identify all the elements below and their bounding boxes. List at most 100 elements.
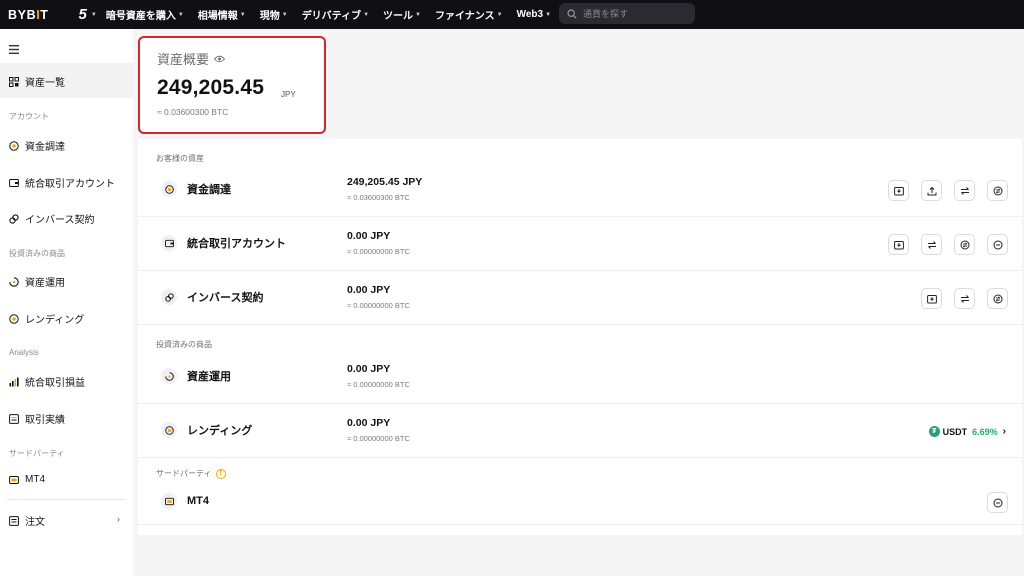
- chevron-down-icon: ▼: [415, 11, 421, 18]
- convert-button[interactable]: [987, 288, 1008, 309]
- overview-title-text: 資産概要: [157, 52, 210, 67]
- search-input[interactable]: [583, 8, 683, 19]
- section-third-party-text: サードパーティ: [156, 469, 212, 478]
- asset-value: 249,205.45 JPY: [347, 176, 423, 188]
- nav-item-web3[interactable]: Web3 ▼: [517, 9, 551, 20]
- asset-row-funding[interactable]: 資金調達 249,205.45 JPY ≈ 0.03600300 BTC: [138, 163, 1022, 217]
- asset-name: 資金調達: [161, 181, 231, 197]
- asset-name-text: 資金調達: [187, 184, 231, 196]
- asset-overview-card: 資産概要 249,205.45 JPY ≈ 0.03600300 BTC: [138, 36, 326, 134]
- nav-menu: 暗号資産を購入 ▼ 相場情報 ▼ 現物 ▼ デリバティブ ▼ ツール ▼ ファイナンス ▼ …: [106, 7, 565, 22]
- transfer-button[interactable]: [921, 234, 942, 255]
- nav-item-tools[interactable]: ツール ▼: [383, 7, 421, 22]
- sidebar-item-orders[interactable]: 注文: [9, 513, 45, 528]
- lending-rate: 6.69%: [972, 426, 998, 437]
- coin-icon: [9, 140, 19, 151]
- sidebar-item-unified-pnl[interactable]: 統合取引損益: [9, 374, 85, 389]
- earn-icon: [161, 368, 177, 384]
- sidebar-item-label: インバース契約: [25, 215, 95, 226]
- nav-item-finance[interactable]: ファイナンス ▼: [435, 7, 503, 22]
- sidebar-item-earn[interactable]: 資産運用: [9, 274, 65, 289]
- sidebar-item-label: MT4: [25, 474, 45, 485]
- asset-btc: ≈ 0.00000000 BTC: [347, 301, 410, 310]
- eye-icon[interactable]: [214, 55, 226, 63]
- asset-name: MT4: [161, 493, 209, 509]
- deposit-icon: [926, 294, 937, 303]
- asset-name-text: 資産運用: [187, 371, 231, 383]
- asset-row-mt4[interactable]: MT4: [138, 479, 1022, 525]
- nav-item-label: ファイナンス: [435, 11, 495, 22]
- bybit-logo[interactable]: BYBIT: [8, 8, 49, 22]
- menu-collapse-icon[interactable]: [9, 45, 19, 54]
- balance-unit: JPY: [281, 90, 296, 99]
- sidebar-item-label: 資産一覧: [25, 78, 65, 89]
- nav-item-label: デリバティブ: [301, 11, 362, 22]
- sidebar-item-funding[interactable]: 資金調達: [9, 138, 65, 153]
- chevron-down-icon: ▼: [239, 11, 246, 18]
- lending-rate-link[interactable]: ₮ USDT 6.69% ›: [928, 426, 1006, 437]
- nav-item-label: 現物: [259, 11, 280, 22]
- earn-icon: [9, 276, 19, 287]
- asset-row-lending[interactable]: レンディング 0.00 JPY ≈ 0.00000000 BTC ₮ USDT …: [138, 404, 1022, 458]
- sidebar-item-label: 資産運用: [25, 278, 65, 289]
- chevron-down-icon: ▼: [545, 11, 552, 18]
- search-box[interactable]: [559, 3, 695, 24]
- asset-row-inverse[interactable]: インバース契約 0.00 JPY ≈ 0.00000000 BTC: [138, 271, 1022, 325]
- info-warning-icon[interactable]: !: [215, 468, 226, 479]
- coin-icon: [161, 422, 177, 438]
- chevron-right-icon: ›: [1002, 426, 1006, 437]
- asset-row-earn[interactable]: 資産運用 0.00 JPY ≈ 0.00000000 BTC: [138, 350, 1022, 404]
- transfer-button[interactable]: [954, 288, 975, 309]
- asset-name: 資産運用: [161, 368, 231, 384]
- nav-item-label: 暗号資産を購入: [105, 11, 176, 22]
- nav-item-markets[interactable]: 相場情報 ▼: [198, 7, 246, 22]
- document-icon: [9, 413, 19, 424]
- deposit-button[interactable]: [921, 288, 942, 309]
- deposit-button[interactable]: [888, 180, 909, 201]
- minus-circle-icon: [993, 498, 1002, 507]
- wallet-icon: [161, 235, 177, 251]
- transfer-button[interactable]: [954, 180, 975, 201]
- balance-btc: ≈ 0.03600300 BTC: [157, 107, 229, 117]
- asset-value: 0.00 JPY: [347, 417, 391, 429]
- nav-item-buy-crypto[interactable]: 暗号資産を購入 ▼: [106, 7, 184, 22]
- mt4-icon: [9, 475, 19, 485]
- apps-grid-button[interactable]: 5 ▼: [79, 6, 97, 23]
- sidebar-divider: [7, 499, 125, 500]
- more-button[interactable]: [987, 492, 1008, 513]
- sidebar-item-unified-trading[interactable]: 統合取引アカウント: [9, 175, 115, 190]
- sidebar-item-asset-list-label[interactable]: 資産一覧: [9, 74, 65, 89]
- sidebar-item-inverse[interactable]: インバース契約: [9, 211, 95, 226]
- asset-btc: ≈ 0.00000000 BTC: [347, 380, 410, 389]
- minus-circle-icon: [993, 240, 1002, 249]
- nav-item-label: ツール: [383, 11, 414, 22]
- sidebar-item-lending[interactable]: レンディング: [9, 311, 84, 326]
- asset-name: インバース契約: [161, 289, 263, 305]
- chevron-right-icon[interactable]: ›: [117, 514, 120, 524]
- coin-icon: [161, 181, 177, 197]
- section-third-party: サードパーティ !: [156, 468, 226, 479]
- sidebar-section-analysis: Analysis: [9, 348, 39, 357]
- sidebar-section-invested: 投資済みの商品: [9, 249, 65, 258]
- nav-item-derivatives[interactable]: デリバティブ ▼: [302, 7, 369, 22]
- upload-icon: [927, 186, 936, 195]
- withdraw-button[interactable]: [921, 180, 942, 201]
- overview-title: 資産概要: [157, 49, 226, 68]
- convert-button[interactable]: [954, 234, 975, 255]
- convert-button[interactable]: [987, 180, 1008, 201]
- coin-icon: [9, 313, 19, 324]
- usdt-icon: ₮: [928, 426, 940, 437]
- row-actions: [921, 288, 1008, 309]
- sidebar-item-label: 統合取引アカウント: [25, 179, 115, 190]
- apps-grid-label: 5: [78, 6, 87, 23]
- deposit-button[interactable]: [888, 234, 909, 255]
- sidebar-item-trade-history[interactable]: 取引実績: [9, 411, 65, 426]
- nav-item-spot[interactable]: 現物 ▼: [260, 7, 288, 22]
- more-button[interactable]: [987, 234, 1008, 255]
- sidebar-item-mt4[interactable]: MT4: [9, 474, 45, 485]
- asset-btc: ≈ 0.00000000 BTC: [347, 247, 410, 256]
- asset-btc: ≈ 0.03600300 BTC: [347, 193, 410, 202]
- deposit-icon: [893, 240, 904, 249]
- asset-name: 統合取引アカウント: [161, 235, 286, 251]
- asset-row-unified-trading[interactable]: 統合取引アカウント 0.00 JPY ≈ 0.00000000 BTC: [138, 217, 1022, 271]
